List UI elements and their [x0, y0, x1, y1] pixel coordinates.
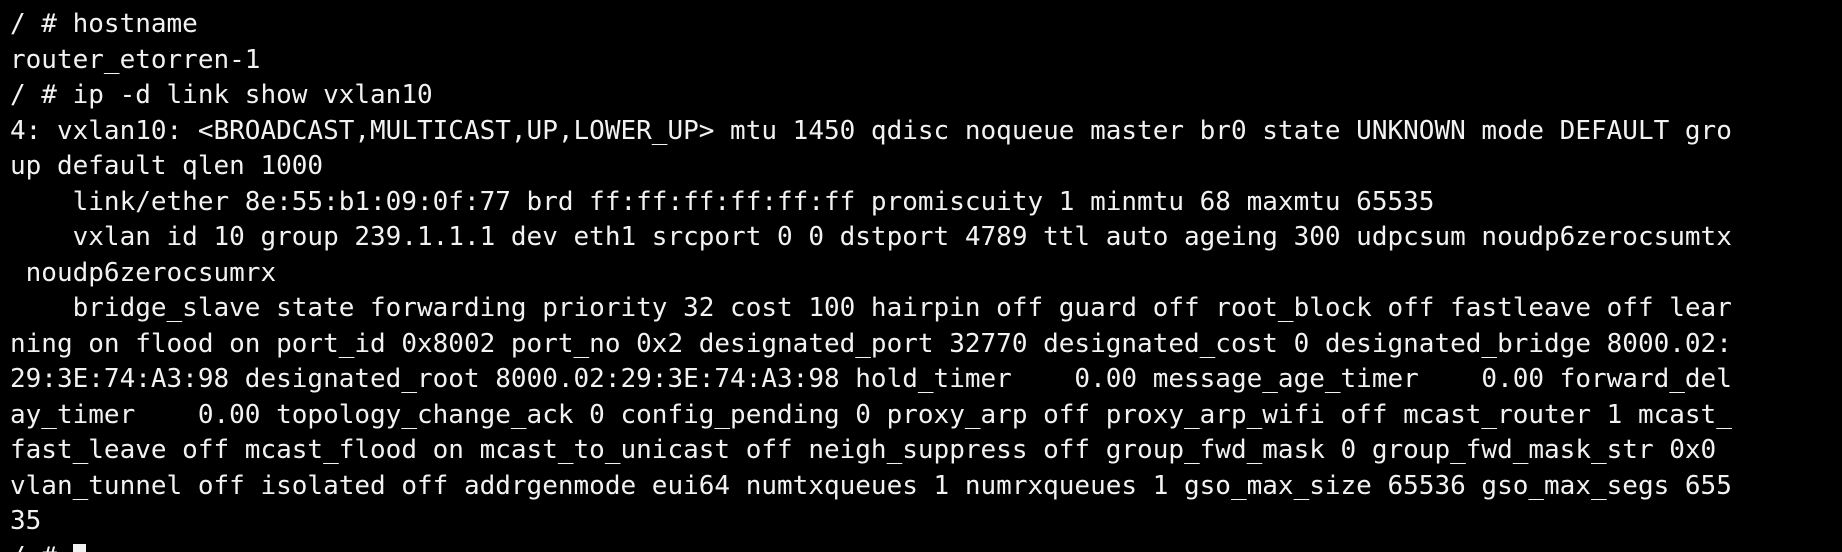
shell-prompt: / #: [10, 542, 73, 552]
terminal-window[interactable]: / # hostname router_etorren-1 / # ip -d …: [0, 0, 1842, 552]
terminal-line: 35: [10, 506, 42, 536]
terminal-line: / # hostname: [10, 9, 198, 39]
text-cursor: [72, 543, 86, 552]
terminal-line: noudp6zerocsumrx: [10, 257, 277, 288]
prompt-line[interactable]: / #: [10, 540, 1842, 552]
terminal-line: vlan_tunnel off isolated off addrgenmode…: [10, 470, 1732, 501]
terminal-line: link/ether 8e:55:b1:09:0f:77 brd ff:ff:f…: [10, 186, 1435, 217]
terminal-line: 29:3E:74:A3:98 designated_root 8000.02:2…: [10, 364, 1732, 394]
terminal-line: vxlan id 10 group 239.1.1.1 dev eth1 src…: [10, 222, 1732, 252]
terminal-line: / # ip -d link show vxlan10: [10, 80, 433, 110]
terminal-line: ay_timer 0.00 topology_change_ack 0 conf…: [10, 399, 1732, 430]
terminal-line: ning on flood on port_id 0x8002 port_no …: [10, 328, 1732, 359]
terminal-line: router_etorren-1: [10, 44, 261, 75]
terminal-line: fast_leave off mcast_flood on mcast_to_u…: [10, 435, 1717, 465]
terminal-line: up default qlen 1000: [10, 151, 324, 181]
terminal-line: 4: vxlan10: <BROADCAST,MULTICAST,UP,LOWE…: [10, 115, 1732, 146]
terminal-line: bridge_slave state forwarding priority 3…: [10, 293, 1732, 323]
